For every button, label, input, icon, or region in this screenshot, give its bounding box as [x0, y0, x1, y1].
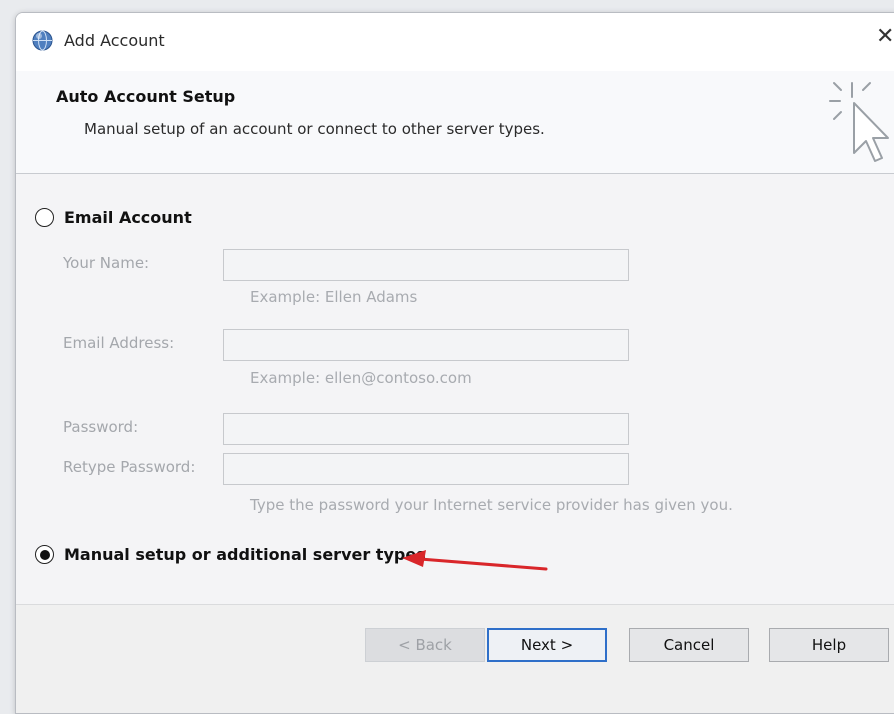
next-button[interactable]: Next >: [487, 628, 607, 662]
email-address-input[interactable]: [223, 329, 629, 361]
title-bar: Add Account ✕: [16, 13, 894, 71]
red-annotation-arrow-icon: [402, 550, 548, 571]
your-name-input[interactable]: [223, 249, 629, 281]
your-name-label: Your Name:: [63, 254, 150, 272]
password-label: Password:: [63, 418, 139, 436]
your-name-hint: Example: Ellen Adams: [250, 288, 418, 306]
header-title: Auto Account Setup: [56, 87, 236, 106]
wizard-header: Auto Account Setup Manual setup of an ac…: [16, 71, 894, 174]
help-button[interactable]: Help: [769, 628, 889, 662]
email-address-hint: Example: ellen@contoso.com: [250, 369, 472, 387]
retype-password-label: Retype Password:: [63, 458, 196, 476]
manual-setup-radio[interactable]: Manual setup or additional server types: [35, 545, 426, 564]
close-icon[interactable]: ✕: [876, 26, 894, 48]
email-account-label: Email Account: [64, 208, 192, 227]
add-account-dialog: Add Account ✕ Auto Account Setup Manual …: [15, 12, 894, 714]
manual-setup-label: Manual setup or additional server types: [64, 545, 426, 564]
back-button[interactable]: < Back: [365, 628, 485, 662]
radio-selected-dot: [39, 549, 50, 560]
outlook-globe-icon: [32, 30, 53, 51]
cancel-button[interactable]: Cancel: [629, 628, 749, 662]
email-account-radio-circle[interactable]: [35, 208, 54, 227]
header-subtitle: Manual setup of an account or connect to…: [84, 120, 545, 138]
window-title: Add Account: [64, 31, 165, 50]
email-account-radio[interactable]: Email Account: [35, 208, 192, 227]
password-hint: Type the password your Internet service …: [250, 496, 733, 514]
wizard-body: Email Account Your Name: Example: Ellen …: [16, 174, 894, 604]
retype-password-input[interactable]: [223, 453, 629, 485]
wizard-footer: < Back Next > Cancel Help: [16, 604, 894, 713]
password-input[interactable]: [223, 413, 629, 445]
cursor-sparkle-icon: [829, 82, 889, 162]
manual-setup-radio-circle[interactable]: [35, 545, 54, 564]
email-address-label: Email Address:: [63, 334, 175, 352]
